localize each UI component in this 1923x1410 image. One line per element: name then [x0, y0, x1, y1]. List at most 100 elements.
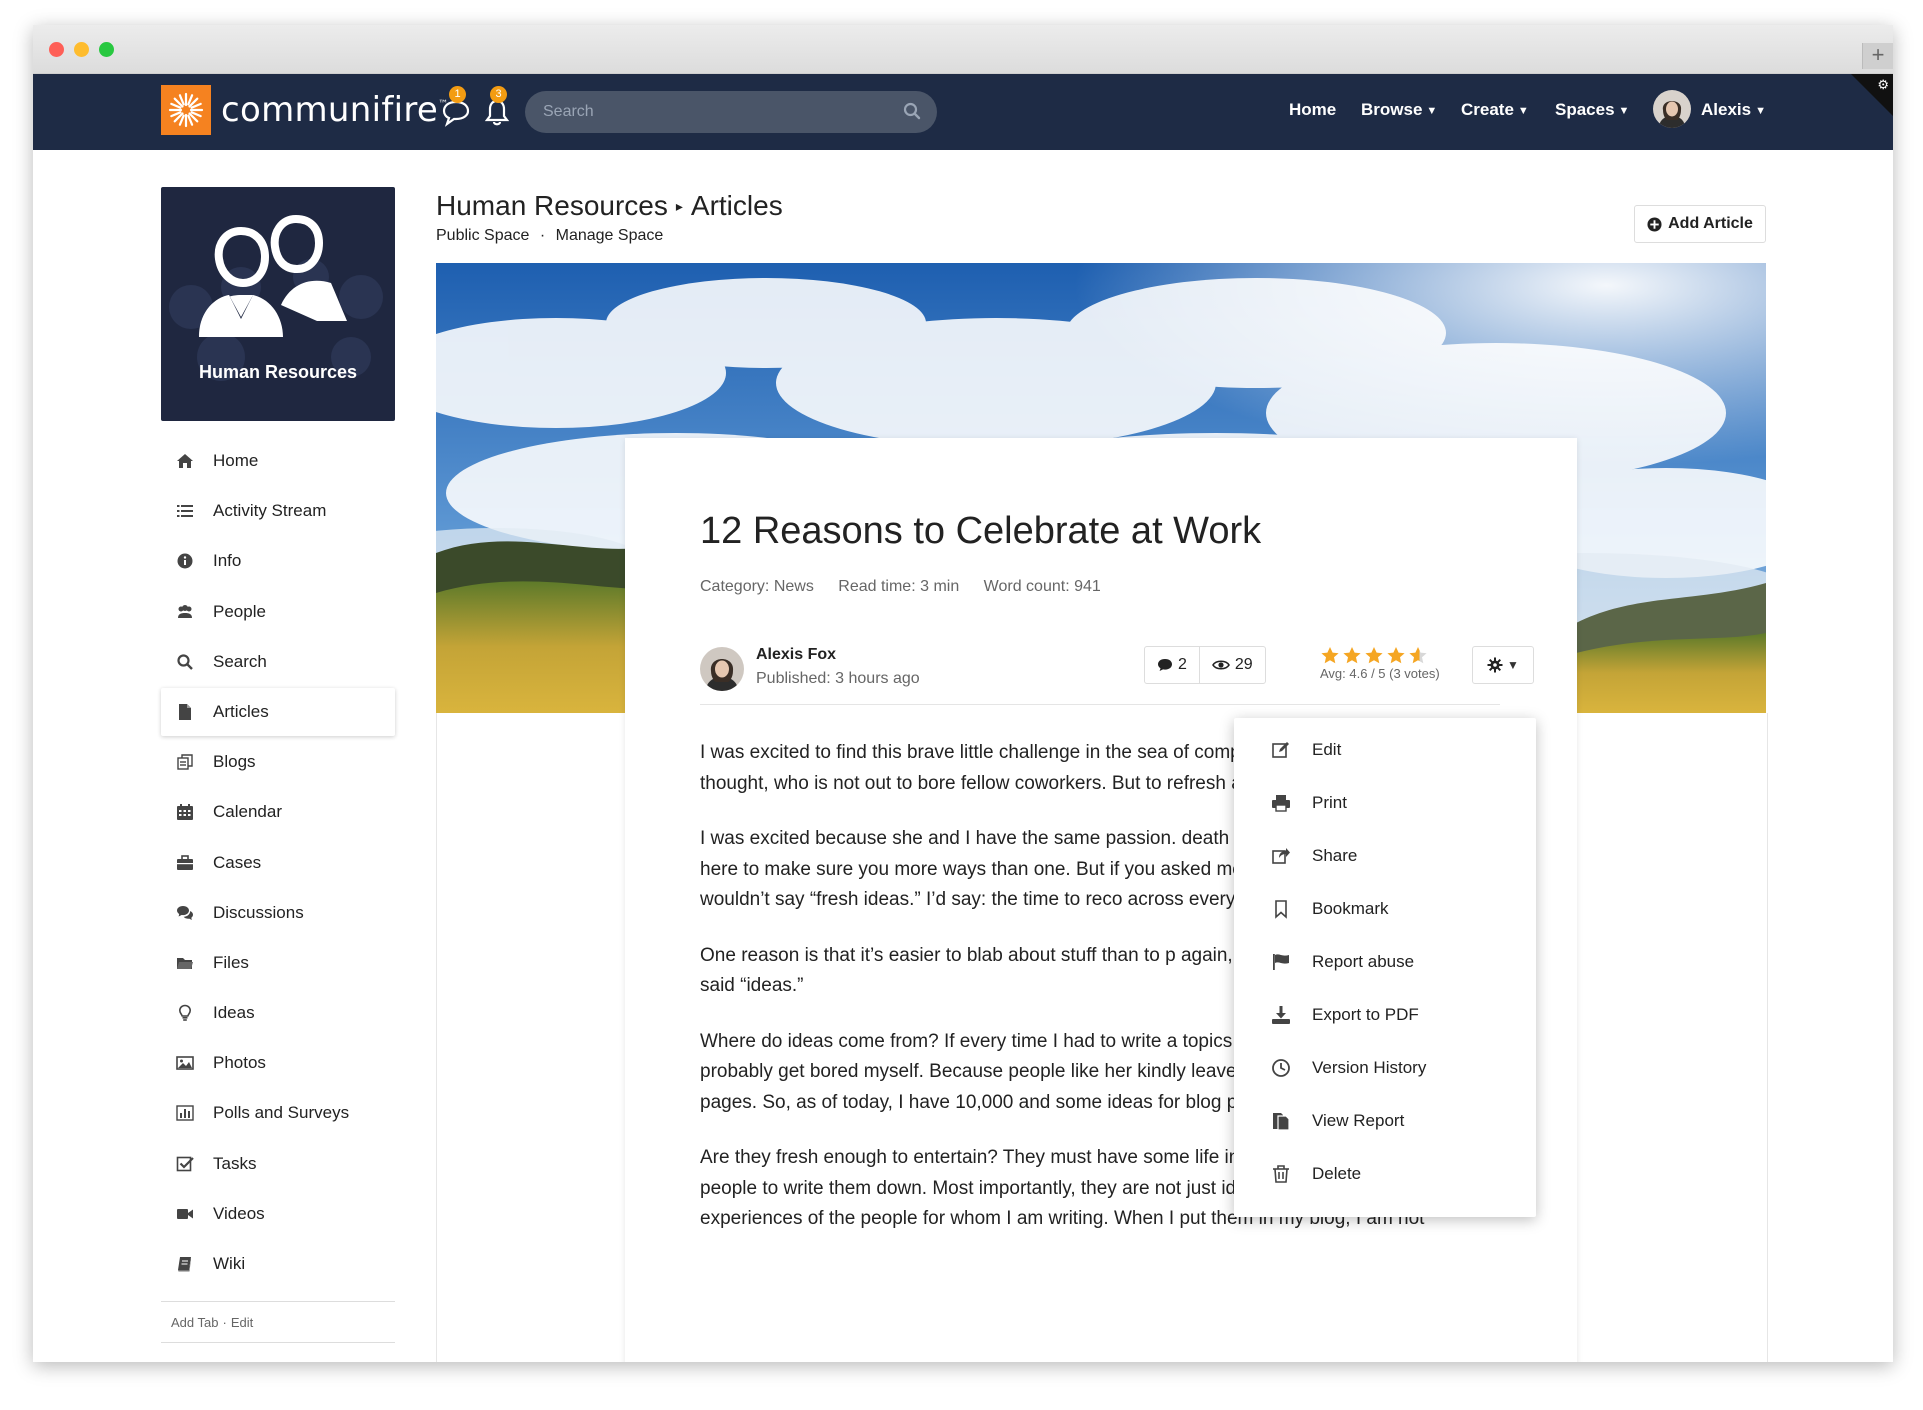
article-category[interactable]: Category: News [700, 578, 814, 595]
menu-item-version-history[interactable]: Version History [1234, 1041, 1536, 1094]
menu-item-view-report[interactable]: View Report [1234, 1094, 1536, 1147]
sidebar-item-articles[interactable]: Articles [161, 687, 395, 736]
sidebar-footer: Add Tab · Edit [161, 1301, 395, 1343]
sidebar-item-cases[interactable]: Cases [161, 839, 395, 887]
sidebar-item-label: Blogs [213, 752, 256, 772]
menu-item-label: Delete [1312, 1163, 1362, 1183]
briefcase-icon [175, 853, 195, 873]
nav-create-menu[interactable]: Create ▼ [1461, 100, 1529, 120]
manage-space-link[interactable]: Manage Space [556, 227, 664, 244]
sidebar-item-info[interactable]: Info [161, 537, 395, 585]
user-menu[interactable]: Alexis ▼ [1701, 100, 1766, 120]
notifications-button[interactable]: 3 [482, 86, 512, 128]
sidebar-item-discussions[interactable]: Discussions [161, 889, 395, 937]
eye-icon [1211, 660, 1230, 670]
menu-item-label: View Report [1312, 1110, 1405, 1130]
article-actions-button[interactable]: ▼ [1472, 646, 1534, 684]
search-icon[interactable] [903, 102, 921, 120]
menu-item-export-to-pdf[interactable]: Export to PDF [1234, 988, 1536, 1041]
sidebar-item-ideas[interactable]: Ideas [161, 989, 395, 1037]
sidebar-item-tasks[interactable]: Tasks [161, 1140, 395, 1188]
sidebar-item-files[interactable]: Files [161, 939, 395, 987]
menu-item-label: Print [1312, 792, 1347, 812]
image-icon [175, 1053, 195, 1073]
brand-name[interactable]: communifire™ [221, 90, 448, 130]
author-avatar[interactable] [700, 647, 744, 691]
sidebar-item-calendar[interactable]: Calendar [161, 788, 395, 836]
star-icon[interactable] [1342, 646, 1362, 665]
print-icon [1270, 792, 1292, 814]
star-rating[interactable] [1320, 646, 1440, 665]
chevron-down-icon: ▼ [1755, 105, 1766, 117]
menu-item-print[interactable]: Print [1234, 776, 1536, 829]
nav-home-link[interactable]: Home [1289, 100, 1336, 120]
global-search-input[interactable] [525, 91, 937, 133]
sidebar-item-label: Videos [213, 1203, 265, 1223]
add-tab-link[interactable]: Add Tab [171, 1315, 218, 1330]
author-name[interactable]: Alexis Fox [756, 646, 836, 664]
star-icon[interactable] [1408, 646, 1428, 665]
close-window-button[interactable] [49, 42, 64, 57]
chevron-down-icon: ▼ [1507, 658, 1519, 672]
sidebar-item-blogs[interactable]: Blogs [161, 738, 395, 786]
video-icon [175, 1204, 195, 1224]
star-icon[interactable] [1364, 646, 1384, 665]
star-icon[interactable] [1320, 646, 1340, 665]
new-tab-button[interactable]: + [1862, 43, 1893, 69]
minimize-window-button[interactable] [74, 42, 89, 57]
comments-icon [175, 903, 195, 923]
checkbox-icon [175, 1154, 195, 1174]
sidebar-item-activity-stream[interactable]: Activity Stream [161, 487, 395, 535]
article-word-count: Word count: 941 [983, 578, 1101, 595]
chevron-down-icon: ▼ [1517, 105, 1529, 117]
article-title: 12 Reasons to Celebrate at Work [700, 510, 1262, 552]
info-icon [175, 551, 195, 571]
menu-item-report-abuse[interactable]: Report abuse [1234, 935, 1536, 988]
maximize-window-button[interactable] [99, 42, 114, 57]
user-avatar[interactable] [1653, 90, 1691, 128]
sidebar-item-home[interactable]: Home [161, 437, 395, 485]
sidebar-item-label: Home [213, 451, 259, 470]
bookmark-icon [1270, 898, 1292, 920]
trash-icon [1270, 1163, 1292, 1185]
published-time: Published: 3 hours ago [756, 670, 920, 687]
sidebar-item-polls-and-surveys[interactable]: Polls and Surveys [161, 1089, 395, 1137]
menu-item-delete[interactable]: Delete [1234, 1147, 1536, 1200]
sidebar-item-people[interactable]: People [161, 588, 395, 636]
sidebar-item-label: Discussions [213, 902, 304, 922]
separator: · [222, 1314, 227, 1330]
calendar-icon [175, 802, 195, 822]
lightbulb-icon [175, 1003, 195, 1023]
star-icon[interactable] [1386, 646, 1406, 665]
sidebar-item-photos[interactable]: Photos [161, 1039, 395, 1087]
sidebar-item-label: Files [213, 952, 249, 972]
communifire-logo-icon[interactable] [161, 85, 211, 135]
menu-item-bookmark[interactable]: Bookmark [1234, 882, 1536, 935]
sidebar-item-videos[interactable]: Videos [161, 1190, 395, 1238]
report-icon [1270, 1110, 1292, 1132]
article-rating[interactable]: Avg: 4.6 / 5 (3 votes) [1320, 646, 1440, 681]
sidebar-item-wiki[interactable]: Wiki [161, 1240, 395, 1288]
menu-item-edit[interactable]: Edit [1234, 723, 1536, 776]
nav-spaces-menu[interactable]: Spaces ▼ [1555, 100, 1629, 120]
top-navigation-bar: communifire™ 1 3 Home Browse▼ Create▼ Sp… [33, 74, 1893, 150]
gear-icon[interactable]: ⚙ [1877, 77, 1889, 93]
add-article-button[interactable]: Add Article [1634, 205, 1766, 243]
nav-browse-menu[interactable]: Browse ▼ [1361, 100, 1437, 120]
edit-tabs-link[interactable]: Edit [231, 1315, 253, 1330]
comments-count-button[interactable]: 2 [1145, 647, 1199, 683]
public-space-link[interactable]: Public Space [436, 227, 529, 244]
comment-icon [1158, 659, 1172, 671]
browser-titlebar: + [33, 25, 1893, 74]
space-tile[interactable]: Human Resources [161, 187, 395, 421]
people-group-icon [169, 214, 383, 381]
chat-button[interactable]: 1 [441, 86, 471, 128]
sidebar-nav: Home Activity Stream Info People Search Artic… [161, 437, 395, 1290]
list-icon [175, 501, 195, 521]
sidebar-item-label: Search [213, 651, 267, 671]
breadcrumb-space[interactable]: Human Resources [436, 190, 668, 221]
divider [700, 704, 1500, 705]
sidebar-item-search[interactable]: Search [161, 638, 395, 686]
menu-item-share[interactable]: Share [1234, 829, 1536, 882]
sidebar-item-label: People [213, 601, 266, 621]
